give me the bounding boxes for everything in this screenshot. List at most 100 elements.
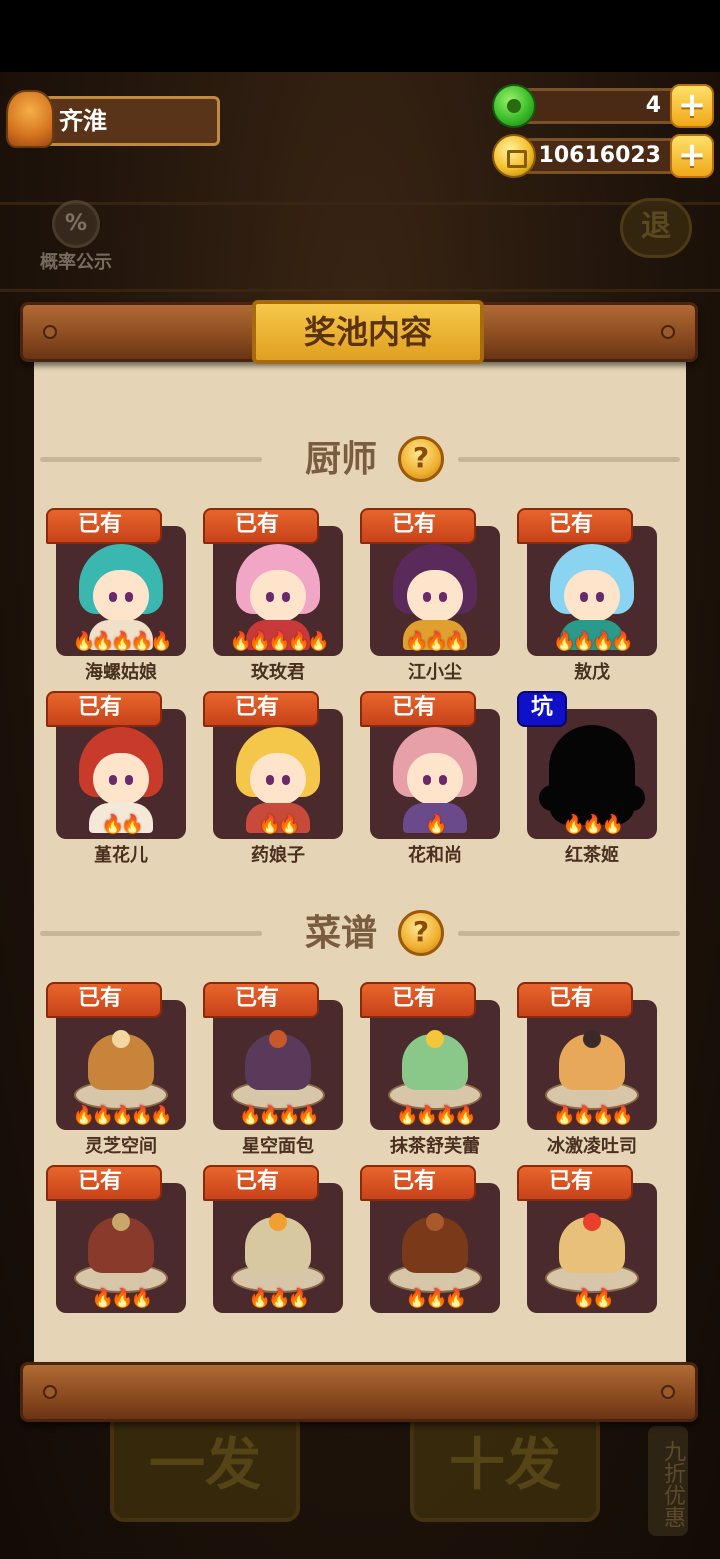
add-coins-button[interactable]: + xyxy=(670,134,714,178)
chef-name: 江小尘 xyxy=(408,662,462,683)
garnish xyxy=(583,1030,601,1048)
chef-name: 敖戊 xyxy=(574,662,610,683)
chef-card[interactable]: 🔥🔥🔥🔥🔥 已有 玫玫君 xyxy=(203,508,343,683)
divider xyxy=(458,457,680,462)
owned-badge: 已有 xyxy=(46,982,162,1018)
chef-card[interactable]: 🔥🔥🔥 已有 江小尘 xyxy=(360,508,500,683)
chef-portrait: 🔥🔥🔥 xyxy=(370,526,500,656)
recipe-portrait: 🔥🔥🔥 xyxy=(213,1183,343,1313)
chef-portrait: 🔥 xyxy=(370,709,500,839)
recipe-card[interactable]: 🔥🔥🔥 已有 xyxy=(46,1165,186,1335)
chef-name: 花和尚 xyxy=(408,845,462,866)
garnish xyxy=(426,1030,444,1048)
recipe-portrait: 🔥🔥 xyxy=(527,1183,657,1313)
rarity-flames: 🔥🔥🔥🔥 xyxy=(239,1105,320,1126)
chef-eye xyxy=(439,592,447,602)
panel-title: 奖池内容 xyxy=(252,300,484,364)
chef-face xyxy=(250,570,306,622)
draw-ten-button[interactable]: 十发 xyxy=(410,1412,600,1522)
rarity-flames: 🔥🔥🔥 xyxy=(405,1288,467,1309)
recipe-name: 灵芝空间 xyxy=(85,1136,157,1157)
chef-face xyxy=(250,753,306,805)
chef-eye xyxy=(125,775,133,785)
chef-eye xyxy=(282,775,290,785)
scroll-bottom-rod[interactable] xyxy=(20,1362,698,1422)
recipe-help-icon[interactable]: ? xyxy=(398,910,444,956)
owned-badge: 已有 xyxy=(360,1165,476,1201)
missing-badge: 坑 xyxy=(517,691,567,727)
chef-portrait: 🔥🔥🔥🔥🔥 xyxy=(56,526,186,656)
rarity-flames: 🔥 xyxy=(425,814,447,835)
rarity-flames: 🔥🔥🔥 xyxy=(248,1288,310,1309)
chef-help-icon[interactable]: ? xyxy=(398,436,444,482)
discount-tag: 九折优惠 xyxy=(648,1426,688,1536)
jade-amount: 4 xyxy=(512,88,692,124)
recipe-portrait: 🔥🔥🔥🔥🔥 xyxy=(56,1000,186,1130)
rarity-flames: 🔥🔥🔥 xyxy=(562,814,624,835)
rarity-flames: 🔥🔥🔥🔥🔥 xyxy=(72,631,172,652)
owned-badge: 已有 xyxy=(203,1165,319,1201)
rarity-flames: 🔥🔥🔥 xyxy=(91,1288,153,1309)
chef-card[interactable]: 🔥🔥 已有 堇花儿 xyxy=(46,691,186,866)
owned-badge: 已有 xyxy=(203,691,319,727)
divider xyxy=(40,457,262,462)
chef-face xyxy=(93,753,149,805)
owned-badge: 已有 xyxy=(46,1165,162,1201)
recipe-card[interactable]: 🔥🔥🔥🔥 已有 抹茶舒芙蕾 xyxy=(360,982,500,1157)
recipe-portrait: 🔥🔥🔥 xyxy=(56,1183,186,1313)
chef-face xyxy=(564,570,620,622)
recipe-name: 抹茶舒芙蕾 xyxy=(390,1136,480,1157)
recipe-card[interactable]: 🔥🔥🔥 已有 xyxy=(203,1165,343,1335)
chef-eye xyxy=(423,775,431,785)
recipe-card[interactable]: 🔥🔥🔥 已有 xyxy=(360,1165,500,1335)
chef-eye xyxy=(109,775,117,785)
coin-icon xyxy=(492,134,536,178)
dish-image xyxy=(388,1213,482,1293)
probability-button[interactable]: % 概率公示 xyxy=(28,200,124,273)
chef-eye xyxy=(423,592,431,602)
chef-eye xyxy=(266,592,274,602)
exit-button[interactable]: 退 xyxy=(620,198,692,258)
recipe-name: 冰激凌吐司 xyxy=(547,1136,637,1157)
chef-card[interactable]: 🔥 已有 花和尚 xyxy=(360,691,500,866)
player-badge[interactable]: 齐淮 xyxy=(4,90,220,152)
chef-card[interactable]: 🔥🔥🔥 坑红茶姬 xyxy=(517,691,657,866)
chef-eye xyxy=(109,592,117,602)
chef-name: 堇花儿 xyxy=(94,845,148,866)
chef-card[interactable]: 🔥🔥🔥🔥 已有 敖戊 xyxy=(517,508,657,683)
coin-amount: 10616023 xyxy=(512,138,692,174)
recipe-card[interactable]: 🔥🔥🔥🔥 已有 冰激凌吐司 xyxy=(517,982,657,1157)
prize-pool-panel: 厨师 ? 🔥🔥🔥🔥🔥 已有 海螺姑娘 🔥🔥🔥🔥🔥 已有 玫玫君 🔥🔥🔥 已有 江小尘 🔥🔥🔥🔥 已有… xyxy=(34,358,686,1362)
draw-one-button[interactable]: 一发 xyxy=(110,1412,300,1522)
rivet-icon xyxy=(43,325,57,339)
rivet-icon xyxy=(661,1385,675,1399)
jade-currency: 4 + xyxy=(492,84,714,128)
locked-silhouette xyxy=(539,725,645,825)
rarity-flames: 🔥🔥🔥🔥 xyxy=(396,1105,477,1126)
owned-badge: 已有 xyxy=(203,982,319,1018)
chef-eye xyxy=(439,775,447,785)
chef-portrait: 🔥🔥🔥🔥 xyxy=(527,526,657,656)
recipe-portrait: 🔥🔥🔥🔥 xyxy=(527,1000,657,1130)
chef-card[interactable]: 🔥🔥🔥🔥🔥 已有 海螺姑娘 xyxy=(46,508,186,683)
draw-one-label: 一发 xyxy=(149,1433,261,1498)
owned-badge: 已有 xyxy=(46,508,162,544)
player-name: 齐淮 xyxy=(42,96,220,146)
chef-eye xyxy=(580,592,588,602)
recipe-card[interactable]: 🔥🔥🔥🔥🔥 已有灵芝空间 xyxy=(46,982,186,1157)
rivet-icon xyxy=(661,325,675,339)
rarity-flames: 🔥🔥🔥🔥🔥 xyxy=(72,1105,172,1126)
recipe-portrait: 🔥🔥🔥🔥 xyxy=(213,1000,343,1130)
chef-card[interactable]: 🔥🔥 已有 药娘子 xyxy=(203,691,343,866)
chef-face xyxy=(93,570,149,622)
rarity-flames: 🔥🔥🔥🔥 xyxy=(553,1105,634,1126)
chef-eye xyxy=(282,592,290,602)
chef-eye xyxy=(266,775,274,785)
rarity-flames: 🔥🔥🔥 xyxy=(405,631,467,652)
chef-portrait: 🔥🔥🔥🔥🔥 xyxy=(213,526,343,656)
chef-name: 药娘子 xyxy=(251,845,305,866)
recipe-card[interactable]: 🔥🔥🔥🔥 已有 星空面包 xyxy=(203,982,343,1157)
add-jade-button[interactable]: + xyxy=(670,84,714,128)
dish-image xyxy=(74,1030,168,1110)
recipe-card[interactable]: 🔥🔥 已有 xyxy=(517,1165,657,1335)
